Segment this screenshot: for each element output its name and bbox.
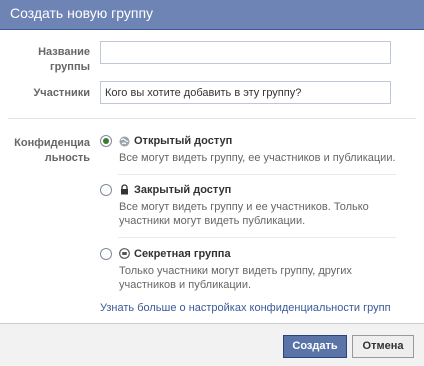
privacy-label: Конфиденциа льность [0,136,90,168]
option-title-secret: Секретная группа [134,248,231,260]
radio-open[interactable] [100,135,112,147]
privacy-learn-more-link[interactable]: Узнать больше о настройках конфиденциаль… [100,302,391,314]
option-desc-line: участников и публикации. [119,279,252,291]
globe-icon [119,136,130,147]
create-group-dialog: Создать новую группу Название группы Уча… [0,0,424,366]
group-name-label: Название группы [0,45,90,77]
group-name-input[interactable] [100,41,391,64]
create-button[interactable]: Создать [283,335,347,358]
option-divider [118,237,396,238]
option-desc-line: Только участники могут видеть группу, др… [119,265,352,277]
lock-icon [121,184,128,195]
group-name-label-line1: Название [38,46,90,58]
dialog-title: Создать новую группу [10,5,154,21]
privacy-label-line2: льность [44,152,90,164]
option-desc-line: участники могут видеть публикации. [119,215,306,227]
dialog-footer: Создать Отмена [0,323,424,366]
option-desc-open: Все могут видеть группу, ее участников и… [119,151,399,165]
dialog-titlebar: Создать новую группу [0,0,424,30]
option-desc-line: Все могут видеть группу и ее участников.… [119,201,369,213]
divider [8,118,416,119]
members-label-box: Участники [0,86,90,102]
option-title-open: Открытый доступ [134,135,233,147]
group-name-label-line2: группы [50,61,90,73]
members-input[interactable] [100,81,391,104]
option-desc-line: Все могут видеть группу, ее участников и… [119,152,396,164]
privacy-label-line1: Конфиденциа [14,137,90,149]
members-label: Участники [33,87,90,99]
radio-secret[interactable] [100,248,112,260]
option-desc-closed: Все могут видеть группу и ее участников.… [119,200,399,228]
radio-closed[interactable] [100,184,112,196]
option-desc-secret: Только участники могут видеть группу, др… [119,264,399,292]
secret-icon [119,248,130,259]
option-divider [118,174,396,175]
cancel-button[interactable]: Отмена [352,335,414,358]
option-title-closed: Закрытый доступ [134,184,232,196]
